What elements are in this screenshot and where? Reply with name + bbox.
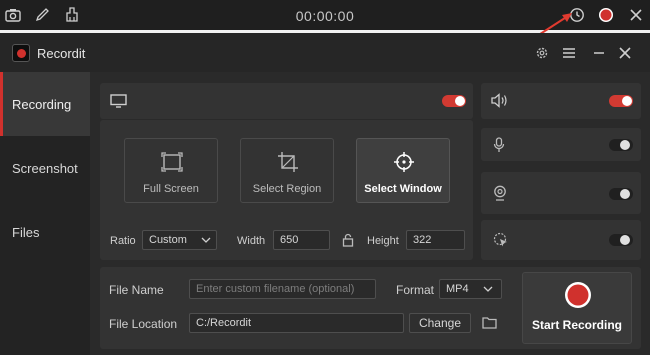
format-value: MP4 bbox=[446, 283, 469, 295]
screen-header-panel bbox=[100, 83, 473, 119]
change-button[interactable]: Change bbox=[409, 313, 471, 333]
cursor-effect-toggle[interactable] bbox=[609, 234, 633, 246]
cursor-effect-panel bbox=[481, 220, 641, 260]
system-sound-panel bbox=[481, 83, 641, 119]
settings-icon[interactable] bbox=[533, 44, 551, 62]
ratio-select[interactable]: Custom bbox=[142, 230, 217, 250]
file-location-input[interactable]: C:/Recordit bbox=[189, 313, 404, 333]
sidebar-item-recording[interactable]: Recording bbox=[0, 72, 90, 136]
ratio-value: Custom bbox=[149, 234, 187, 246]
mode-label: Select Window bbox=[364, 183, 442, 195]
system-sound-toggle[interactable] bbox=[609, 95, 633, 107]
record-icon[interactable] bbox=[596, 5, 616, 25]
title-bar: Recordit bbox=[0, 33, 650, 72]
window-close-icon[interactable] bbox=[616, 44, 634, 62]
mode-label: Select Region bbox=[252, 183, 322, 195]
format-select[interactable]: MP4 bbox=[439, 279, 502, 299]
webcam-panel bbox=[481, 172, 641, 214]
sidebar-item-label: Files bbox=[12, 224, 40, 240]
crosshair-icon bbox=[394, 152, 414, 172]
microphone-panel bbox=[481, 128, 641, 161]
file-name-label: File Name bbox=[109, 283, 164, 297]
format-label: Format bbox=[396, 283, 435, 297]
microphone-toggle[interactable] bbox=[609, 139, 633, 151]
ratio-label: Ratio bbox=[110, 235, 136, 247]
minimize-icon[interactable] bbox=[590, 44, 608, 62]
sidebar-item-label: Recording bbox=[12, 96, 72, 112]
webcam-icon bbox=[493, 185, 507, 206]
menu-icon[interactable] bbox=[560, 44, 578, 62]
full-screen-button[interactable]: Full Screen bbox=[124, 138, 218, 203]
select-window-button[interactable]: Select Window bbox=[356, 138, 450, 203]
microphone-icon bbox=[493, 137, 505, 158]
start-recording-label: Start Recording bbox=[531, 318, 622, 332]
sidebar-item-screenshot[interactable]: Screenshot bbox=[0, 136, 90, 200]
start-recording-button[interactable]: Start Recording bbox=[522, 272, 632, 344]
file-name-input[interactable]: Enter custom filename (optional) bbox=[189, 279, 376, 299]
webcam-toggle[interactable] bbox=[609, 188, 633, 200]
app-title: Recordit bbox=[37, 46, 86, 61]
app-logo-icon bbox=[12, 44, 30, 62]
sidebar-item-files[interactable]: Files bbox=[0, 200, 90, 264]
folder-icon[interactable] bbox=[482, 316, 497, 334]
lock-icon[interactable] bbox=[342, 233, 354, 252]
width-label: Width bbox=[237, 235, 266, 247]
chevron-down-icon bbox=[201, 237, 211, 243]
height-input[interactable]: 322 bbox=[406, 230, 465, 250]
sidebar-item-label: Screenshot bbox=[12, 160, 78, 176]
close-icon[interactable] bbox=[626, 5, 646, 25]
full-screen-icon bbox=[161, 152, 183, 172]
width-input[interactable]: 650 bbox=[273, 230, 330, 250]
chevron-down-icon bbox=[483, 286, 493, 292]
speaker-icon bbox=[491, 93, 508, 113]
select-region-button[interactable]: Select Region bbox=[240, 138, 334, 203]
cursor-click-icon bbox=[493, 232, 509, 253]
record-icon bbox=[565, 282, 591, 308]
sidebar: Recording Screenshot Files bbox=[0, 72, 90, 355]
mode-label: Full Screen bbox=[143, 183, 199, 195]
monitor-icon bbox=[110, 94, 127, 113]
height-label: Height bbox=[367, 235, 399, 247]
screen-toggle[interactable] bbox=[442, 95, 466, 107]
crop-icon bbox=[278, 152, 298, 172]
file-location-label: File Location bbox=[109, 317, 178, 331]
